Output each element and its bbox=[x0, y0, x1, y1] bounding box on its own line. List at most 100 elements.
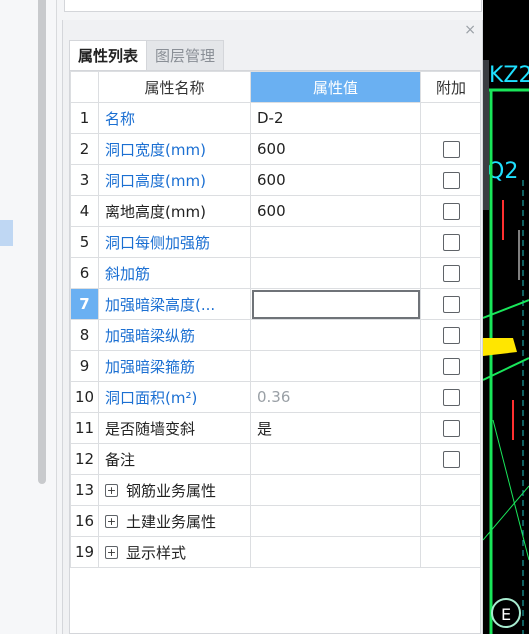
property-name[interactable]: 洞口每侧加强筋 bbox=[98, 226, 251, 258]
header-property-name[interactable]: 属性名称 bbox=[98, 71, 251, 103]
cad-drawing: KZ2 Q2 bbox=[483, 63, 529, 634]
extra-checkbox[interactable] bbox=[442, 234, 460, 251]
row-index: 5 bbox=[70, 226, 99, 258]
table-row[interactable]: 4 离地高度(mm) 600 bbox=[70, 195, 480, 227]
property-value[interactable] bbox=[250, 257, 421, 289]
tab-property-list[interactable]: 属性列表 bbox=[69, 40, 148, 70]
group-cell[interactable]: + 显示样式 bbox=[98, 536, 251, 568]
property-name[interactable]: 洞口高度(mm) bbox=[98, 164, 251, 196]
property-panel: × 属性列表 图层管理 属性名称 属性值 附加 1 名称 D-2 2 洞口宽度(… bbox=[62, 20, 483, 634]
table-row[interactable]: 8 加强暗梁纵筋 bbox=[70, 319, 480, 351]
property-value[interactable]: 600 bbox=[250, 133, 421, 165]
property-name[interactable]: 洞口面积(m²) bbox=[98, 381, 251, 413]
row-index: 7 bbox=[70, 288, 99, 320]
property-name[interactable]: 名称 bbox=[98, 102, 251, 134]
group-cell[interactable]: + 土建业务属性 bbox=[98, 505, 251, 537]
tab-bar: 属性列表 图层管理 bbox=[69, 40, 225, 70]
row-index: 1 bbox=[70, 102, 99, 134]
expand-plus-icon[interactable]: + bbox=[105, 514, 118, 528]
table-row[interactable]: 12 备注 bbox=[70, 443, 480, 475]
property-table: 属性名称 属性值 附加 1 名称 D-2 2 洞口宽度(mm) 600 3 洞口… bbox=[70, 71, 480, 568]
table-row[interactable]: 2 洞口宽度(mm) 600 bbox=[70, 133, 480, 165]
header-property-value[interactable]: 属性值 bbox=[250, 71, 421, 103]
extra-checkbox[interactable] bbox=[442, 203, 460, 220]
extra-cell bbox=[420, 133, 480, 165]
table-row-group[interactable]: 19 + 显示样式 bbox=[70, 536, 480, 568]
tab-layer-management[interactable]: 图层管理 bbox=[147, 40, 225, 70]
property-name[interactable]: 加强暗梁纵筋 bbox=[98, 319, 251, 351]
group-name[interactable]: 土建业务属性 bbox=[126, 513, 216, 531]
extra-checkbox[interactable] bbox=[442, 358, 460, 375]
property-value-editor[interactable] bbox=[250, 288, 421, 320]
row-index: 3 bbox=[70, 164, 99, 196]
property-value bbox=[250, 505, 421, 537]
property-value[interactable] bbox=[250, 319, 421, 351]
property-value[interactable]: 600 bbox=[250, 195, 421, 227]
row-index: 19 bbox=[70, 536, 99, 568]
header-extra[interactable]: 附加 bbox=[420, 71, 480, 103]
cad-canvas[interactable]: KZ2 Q2 bbox=[483, 0, 529, 634]
table-row[interactable]: 5 洞口每侧加强筋 bbox=[70, 226, 480, 258]
extra-checkbox[interactable] bbox=[442, 420, 460, 437]
row-index: 13 bbox=[70, 474, 99, 506]
property-name[interactable]: 是否随墙变斜 bbox=[98, 412, 251, 444]
extra-checkbox[interactable] bbox=[442, 389, 460, 406]
panel-divider bbox=[56, 0, 57, 634]
table-row[interactable]: 6 斜加筋 bbox=[70, 257, 480, 289]
property-value[interactable]: D-2 bbox=[250, 102, 421, 134]
cad-scroll-handle[interactable] bbox=[483, 60, 489, 210]
cad-yellow-shape bbox=[483, 338, 517, 356]
extra-cell bbox=[420, 350, 480, 382]
property-name[interactable]: 备注 bbox=[98, 443, 251, 475]
property-name[interactable]: 加强暗梁高度(... bbox=[98, 288, 251, 320]
extra-checkbox[interactable] bbox=[442, 172, 460, 189]
expand-plus-icon[interactable]: + bbox=[105, 545, 118, 559]
row-index: 4 bbox=[70, 195, 99, 227]
cad-label-top: KZ2 bbox=[489, 63, 529, 88]
table-row-group[interactable]: 13 + 钢筋业务属性 bbox=[70, 474, 480, 506]
property-name[interactable]: 加强暗梁箍筋 bbox=[98, 350, 251, 382]
expand-plus-icon[interactable]: + bbox=[105, 483, 118, 497]
property-value[interactable]: 是 bbox=[250, 412, 421, 444]
header-index bbox=[70, 71, 99, 103]
row-index: 12 bbox=[70, 443, 99, 475]
property-name[interactable]: 洞口宽度(mm) bbox=[98, 133, 251, 165]
extra-cell bbox=[420, 319, 480, 351]
property-value bbox=[250, 536, 421, 568]
extra-cell bbox=[420, 381, 480, 413]
property-value[interactable]: 600 bbox=[250, 164, 421, 196]
table-row[interactable]: 9 加强暗梁箍筋 bbox=[70, 350, 480, 382]
row-index: 2 bbox=[70, 133, 99, 165]
group-name[interactable]: 显示样式 bbox=[126, 544, 186, 562]
extra-checkbox[interactable] bbox=[442, 327, 460, 344]
left-selected-item[interactable] bbox=[0, 220, 13, 246]
property-value[interactable] bbox=[250, 443, 421, 475]
left-scrollbar[interactable] bbox=[38, 0, 46, 484]
table-row-selected[interactable]: 7 加强暗梁高度(... bbox=[70, 288, 480, 320]
group-cell[interactable]: + 钢筋业务属性 bbox=[98, 474, 251, 506]
property-value[interactable] bbox=[250, 350, 421, 382]
table-header-row: 属性名称 属性值 附加 bbox=[70, 71, 480, 103]
extra-checkbox[interactable] bbox=[442, 265, 460, 282]
group-name[interactable]: 钢筋业务属性 bbox=[126, 482, 216, 500]
left-panel bbox=[0, 0, 57, 634]
row-index: 8 bbox=[70, 319, 99, 351]
extra-checkbox[interactable] bbox=[442, 296, 460, 313]
property-name[interactable]: 离地高度(mm) bbox=[98, 195, 251, 227]
table-row-group[interactable]: 16 + 土建业务属性 bbox=[70, 505, 480, 537]
extra-cell bbox=[420, 412, 480, 444]
table-row[interactable]: 11 是否随墙变斜 是 bbox=[70, 412, 480, 444]
property-value: 0.36 bbox=[250, 381, 421, 413]
cad-line bbox=[492, 419, 529, 561]
extra-checkbox[interactable] bbox=[442, 451, 460, 468]
top-strip bbox=[64, 0, 482, 12]
row-index: 6 bbox=[70, 257, 99, 289]
table-row[interactable]: 10 洞口面积(m²) 0.36 bbox=[70, 381, 480, 413]
property-name[interactable]: 斜加筋 bbox=[98, 257, 251, 289]
property-value[interactable] bbox=[250, 226, 421, 258]
extra-checkbox[interactable] bbox=[442, 141, 460, 158]
table-row[interactable]: 3 洞口高度(mm) 600 bbox=[70, 164, 480, 196]
cad-e-marker[interactable]: E bbox=[491, 598, 521, 628]
table-row[interactable]: 1 名称 D-2 bbox=[70, 102, 480, 134]
close-icon[interactable]: × bbox=[464, 22, 476, 38]
